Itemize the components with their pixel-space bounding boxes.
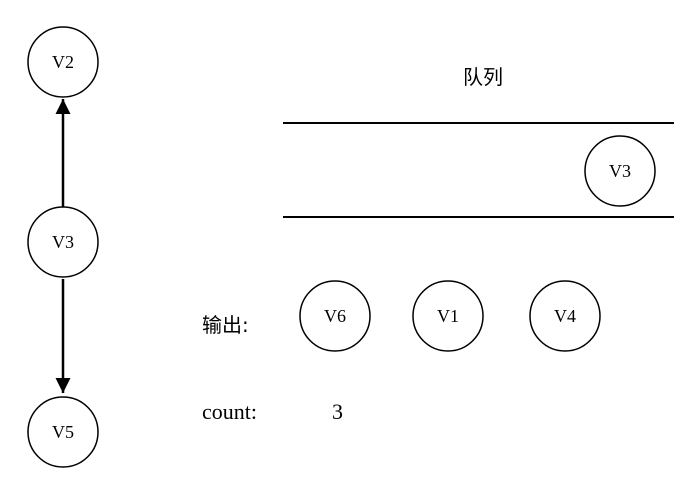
- output-label: 输出:: [202, 313, 249, 337]
- output-item-v4-label: V4: [554, 306, 576, 326]
- output-item-v6: V6: [299, 280, 371, 352]
- queue-item-v3: V3: [584, 135, 656, 207]
- graph-node-v2: V2: [27, 26, 99, 98]
- graph-node-v5-label: V5: [52, 422, 74, 442]
- output-item-v1-label: V1: [437, 306, 459, 326]
- count-value: 3: [332, 399, 343, 424]
- output-item-v1: V1: [412, 280, 484, 352]
- output-item-v6-label: V6: [324, 306, 346, 326]
- output-item-v4: V4: [529, 280, 601, 352]
- queue-title: 队列: [463, 65, 503, 89]
- diagram-canvas: V2 V3 V5 队列 V3 输出: V6 V1 V4 count: 3: [27, 26, 674, 468]
- graph-node-v3: V3: [27, 206, 99, 278]
- graph-node-v5: V5: [27, 396, 99, 468]
- count-label: count:: [202, 399, 257, 424]
- graph-node-v2-label: V2: [52, 52, 74, 72]
- graph-node-v3-label: V3: [52, 232, 74, 252]
- queue-item-v3-label: V3: [609, 161, 631, 181]
